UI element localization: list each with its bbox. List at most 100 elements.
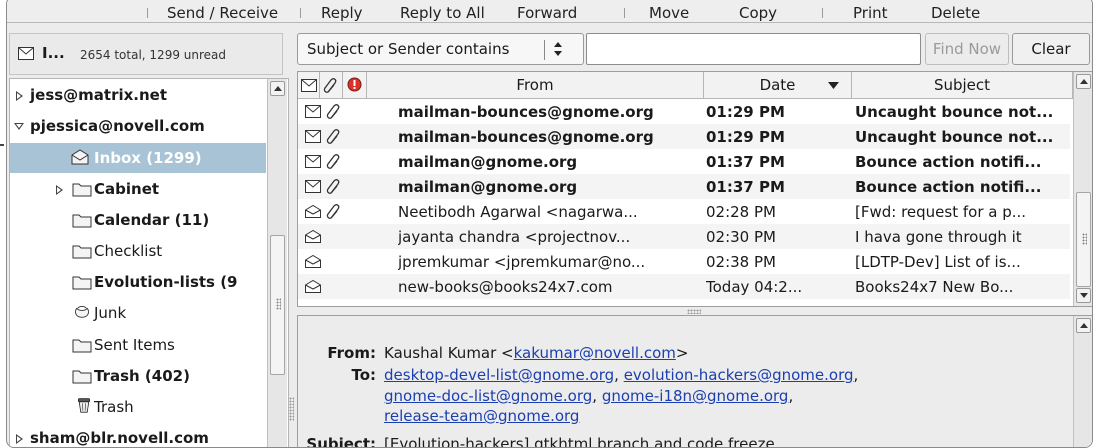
preview-to-line-3: release-team@gnome.org xyxy=(384,407,579,425)
read-envelope-icon xyxy=(305,280,321,293)
message-row[interactable]: mailman@gnome.org01:37 PMBounce action n… xyxy=(298,149,1070,174)
scroll-up-button[interactable] xyxy=(270,81,285,96)
clear-button[interactable]: Clear xyxy=(1012,33,1090,65)
message-row[interactable]: mailman-bounces@gnome.org01:29 PMUncaugh… xyxy=(298,99,1070,124)
tree-item-sent[interactable]: Sent Items xyxy=(10,331,266,361)
forward-button[interactable]: Forward xyxy=(517,4,577,22)
column-importance[interactable] xyxy=(343,72,367,99)
tree-item-inbox[interactable]: Inbox (1299) xyxy=(10,143,266,173)
tree-account-jess[interactable]: jess@matrix.net xyxy=(10,81,266,111)
expand-arrow-icon[interactable] xyxy=(56,185,63,195)
column-subject[interactable]: Subject xyxy=(852,72,1073,99)
delete-button[interactable]: Delete xyxy=(931,4,980,22)
importance-icon xyxy=(347,77,362,92)
message-row[interactable]: mailman@gnome.org01:37 PMBounce action n… xyxy=(298,174,1070,199)
scroll-up-button[interactable] xyxy=(1076,318,1091,333)
tree-item-trash[interactable]: Trash xyxy=(10,393,266,423)
message-row[interactable]: mailman-bounces@gnome.org01:29 PMUncaugh… xyxy=(298,124,1070,149)
recipient-link[interactable]: gnome-i18n@gnome.org xyxy=(602,387,789,405)
tree-item-evolution-lists[interactable]: Evolution-lists (9 xyxy=(10,268,266,298)
message-list[interactable]: From Date Subject mailman-bounces@gnome.… xyxy=(297,71,1093,307)
collapse-arrow-icon[interactable] xyxy=(14,123,24,130)
expand-arrow-icon[interactable] xyxy=(16,434,23,444)
preview-scrollbar[interactable] xyxy=(1073,316,1093,448)
tree-scrollbar[interactable] xyxy=(267,79,287,448)
message-list-scrollbar[interactable] xyxy=(1073,72,1093,306)
message-row[interactable]: Neetibodh Agarwal <nagarwa...02:28 PM[Fw… xyxy=(298,199,1070,224)
column-attachment[interactable] xyxy=(320,72,343,99)
message-row[interactable]: new-books@books24x7.comToday 04:2...Book… xyxy=(298,274,1070,299)
sort-down-icon xyxy=(828,82,839,89)
tree-item-trash-count[interactable]: Trash (402) xyxy=(10,362,266,392)
message-preview: From: Kaushal Kumar <kakumar@novell.com>… xyxy=(297,315,1093,448)
search-scope-combo[interactable]: Subject or Sender contains xyxy=(297,33,584,65)
main-toolbar: Send / Receive Reply Reply to All Forwar… xyxy=(7,0,1092,23)
unread-envelope-icon xyxy=(305,155,321,168)
search-scope-label: Subject or Sender contains xyxy=(307,40,509,58)
inbox-icon xyxy=(70,149,90,165)
find-now-button[interactable]: Find Now xyxy=(925,33,1009,65)
scroll-up-button[interactable] xyxy=(1076,74,1091,89)
window-edge-mark xyxy=(0,144,4,146)
print-button[interactable]: Print xyxy=(853,4,888,22)
recipient-link[interactable]: evolution-hackers@gnome.org xyxy=(624,366,854,384)
grip-icon xyxy=(276,298,281,310)
folder-icon xyxy=(72,181,92,197)
tree-item-calendar[interactable]: Calendar (11) xyxy=(10,206,266,236)
toolbar-separator xyxy=(624,8,625,18)
reply-all-button[interactable]: Reply to All xyxy=(400,4,485,22)
folder-tree[interactable]: jess@matrix.net pjessica@novell.com Inbo… xyxy=(9,78,289,448)
tree-item-cabinet[interactable]: Cabinet xyxy=(10,175,266,205)
message-row[interactable]: jpremkumar <jpremkumar@no...02:38 PM[LDT… xyxy=(298,249,1070,274)
tree-item-label: Inbox (1299) xyxy=(94,149,202,167)
unread-envelope-icon xyxy=(305,180,321,193)
paperclip-icon xyxy=(323,77,339,94)
folder-icon xyxy=(72,368,92,384)
message-subject: [Fwd: request for a p... xyxy=(855,203,1070,221)
recipient-link[interactable]: release-team@gnome.org xyxy=(384,407,579,425)
message-from: mailman-bounces@gnome.org xyxy=(398,103,702,121)
preview-to-line-1: desktop-devel-list@gnome.org, evolution-… xyxy=(384,366,858,384)
tree-item-label: Trash xyxy=(94,398,134,416)
scroll-thumb[interactable] xyxy=(1076,192,1091,287)
message-from: jayanta chandra <projectnov... xyxy=(398,228,702,246)
message-from: mailman-bounces@gnome.org xyxy=(398,128,702,146)
sender-email-link[interactable]: kakumar@novell.com xyxy=(514,344,676,362)
tree-account-pjessica[interactable]: pjessica@novell.com xyxy=(10,111,266,141)
column-status[interactable] xyxy=(298,72,320,99)
message-date: 02:28 PM xyxy=(706,203,850,221)
column-date[interactable]: Date xyxy=(704,72,852,99)
message-subject: Bounce action notifi... xyxy=(855,153,1070,171)
tree-item-label: Junk xyxy=(94,304,126,322)
sidebar-resize-handle[interactable] xyxy=(289,397,294,421)
expand-arrow-icon[interactable] xyxy=(16,91,23,101)
message-row[interactable]: jayanta chandra <projectnov...02:30 PMI … xyxy=(298,224,1070,249)
grip-icon xyxy=(1082,233,1087,245)
unread-envelope-icon xyxy=(305,105,321,118)
message-date: Today 04:2... xyxy=(706,278,850,296)
reply-button[interactable]: Reply xyxy=(321,4,363,22)
message-from: jpremkumar <jpremkumar@no... xyxy=(398,253,702,271)
send-receive-button[interactable]: Send / Receive xyxy=(167,4,278,22)
recipient-link[interactable]: desktop-devel-list@gnome.org xyxy=(384,366,614,384)
tree-item-label: Checklist xyxy=(94,242,162,260)
evolution-window: Send / Receive Reply Reply to All Forwar… xyxy=(6,0,1093,448)
copy-button[interactable]: Copy xyxy=(739,4,777,22)
attachment-icon xyxy=(326,203,342,220)
search-input[interactable] xyxy=(586,33,921,65)
attachment-icon xyxy=(326,153,342,170)
tree-account-sham[interactable]: sham@blr.novell.com xyxy=(10,424,266,448)
tree-item-checklist[interactable]: Checklist xyxy=(10,237,266,267)
read-envelope-icon xyxy=(305,255,321,268)
message-date: 01:37 PM xyxy=(706,178,850,196)
column-from[interactable]: From xyxy=(367,72,704,99)
recipient-link[interactable]: gnome-doc-list@gnome.org xyxy=(384,387,592,405)
pane-resize-handle[interactable] xyxy=(687,309,701,314)
move-button[interactable]: Move xyxy=(649,4,689,22)
scroll-thumb[interactable] xyxy=(270,235,285,375)
read-envelope-icon xyxy=(305,230,321,243)
message-subject: Bounce action notifi... xyxy=(855,178,1070,196)
scroll-down-button[interactable] xyxy=(1076,288,1091,303)
recipient-separator: , xyxy=(592,387,602,405)
tree-item-junk[interactable]: Junk xyxy=(10,299,266,329)
